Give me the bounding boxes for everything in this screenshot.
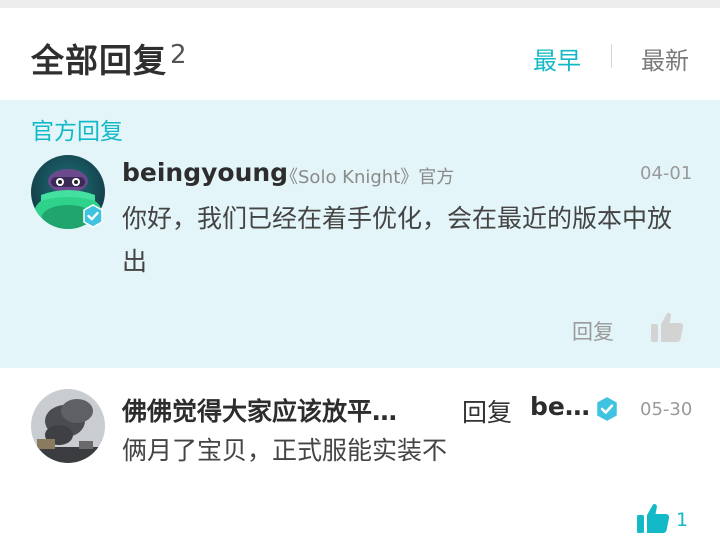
- comment-content: 俩月了宝贝，正式服能实装不: [122, 436, 448, 465]
- comment-item: 佛佛觉得大家应该放平… 回复 be… 05-30 俩月了宝贝，正式服能实装不 1: [0, 368, 720, 538]
- thumbs-up-icon[interactable]: [650, 311, 684, 343]
- verified-badge-icon: [597, 397, 617, 421]
- official-reply-section: 官方回复 beingyoung 《Solo Knight》官方 04-01 你好…: [0, 100, 720, 368]
- sort-divider: [611, 44, 612, 68]
- reply-count: 2: [170, 40, 187, 70]
- sort-earliest-button[interactable]: 最早: [533, 41, 581, 76]
- avatar-image: [31, 389, 105, 463]
- reply-target-name[interactable]: be…: [530, 392, 590, 421]
- reply-button[interactable]: 回复: [572, 316, 614, 346]
- page-title: 全部回复: [31, 41, 167, 80]
- top-strip: [0, 0, 720, 8]
- comment-author[interactable]: beingyoung: [122, 158, 288, 187]
- verified-badge-icon: [83, 204, 103, 228]
- thumbs-up-icon[interactable]: [636, 502, 670, 534]
- official-game-tag: 《Solo Knight》官方: [280, 167, 455, 188]
- avatar[interactable]: [31, 389, 105, 463]
- comment-author[interactable]: 佛佛觉得大家应该放平…: [122, 392, 397, 428]
- like-count: 1: [676, 509, 689, 531]
- sort-latest-button[interactable]: 最新: [641, 41, 689, 76]
- reply-to-label: 回复: [462, 398, 513, 427]
- official-reply-label: 官方回复: [31, 119, 123, 145]
- comment-date: 04-01: [640, 163, 693, 184]
- comment-content: 你好，我们已经在着手优化，会在最近的版本中放出: [122, 204, 673, 276]
- comments-header: 全部回复 2 最早 最新: [0, 8, 720, 100]
- comment-date: 05-30: [640, 399, 693, 420]
